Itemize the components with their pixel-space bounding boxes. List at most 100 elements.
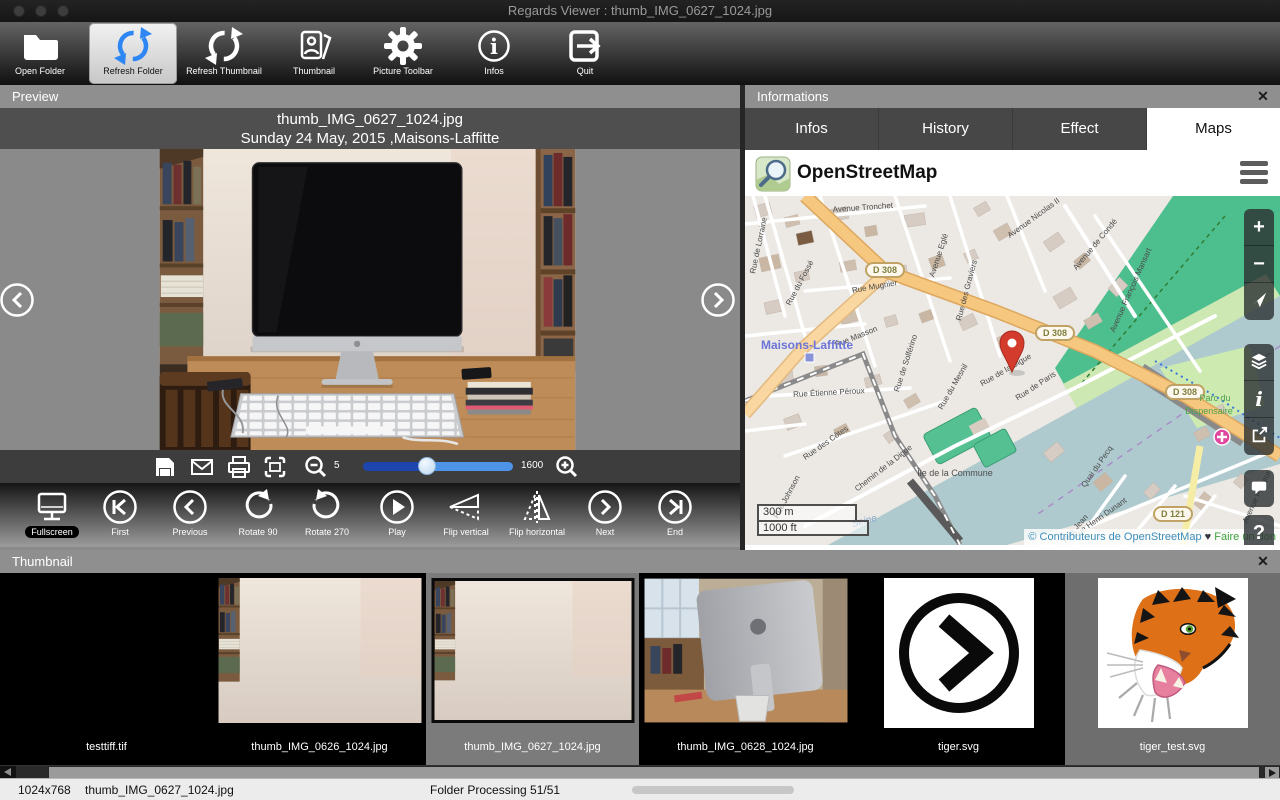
map-share-button[interactable]: [1244, 418, 1274, 455]
refresh-folder-button[interactable]: Refresh Folder: [89, 23, 177, 84]
previous-button[interactable]: Previous: [154, 485, 226, 537]
zoom-min-value: 5: [334, 460, 340, 471]
image-title-block: thumb_IMG_0627_1024.jpg Sunday 24 May, 2…: [0, 108, 740, 149]
toolbar-item-label: Refresh Folder: [89, 66, 177, 76]
menu-icon[interactable]: [1240, 161, 1268, 188]
svg-text:i: i: [490, 34, 498, 59]
map-control-group-zoom: + −: [1244, 209, 1274, 320]
infos-button[interactable]: i Infos: [450, 23, 538, 84]
layers-icon: [1250, 352, 1268, 370]
tab-history[interactable]: History: [879, 108, 1013, 150]
email-button[interactable]: [189, 454, 215, 480]
thumbnail-item[interactable]: thumb_IMG_0628_1024.jpg: [639, 573, 852, 765]
status-filename: thumb_IMG_0627_1024.jpg: [85, 783, 234, 797]
thumbnail-filename: tiger.svg: [852, 741, 1065, 753]
preview-panel-header: Preview: [0, 85, 740, 108]
informations-tabs: Infos History Effect Maps: [745, 108, 1280, 150]
print-button[interactable]: [226, 454, 252, 480]
fullscreen-button[interactable]: Fullscreen: [16, 485, 88, 537]
triangle-left-icon: [4, 768, 11, 776]
quit-button[interactable]: Quit: [541, 23, 629, 84]
rotate-270-button[interactable]: Rotate 270: [291, 485, 363, 537]
map-zoom-in-button[interactable]: +: [1244, 209, 1274, 246]
thumbnail-image: [1098, 578, 1248, 728]
map-info-button[interactable]: i: [1244, 381, 1274, 418]
next-button[interactable]: Next: [569, 485, 641, 537]
nav-button-label: Rotate 270: [291, 527, 363, 537]
road-badge: D 308: [1173, 387, 1197, 397]
rotate-cw-icon: [307, 487, 347, 527]
map-help-button[interactable]: ?: [1244, 515, 1274, 545]
osm-contributors-link[interactable]: © Contributeurs de OpenStreetMap: [1028, 531, 1201, 543]
quit-icon: [563, 24, 607, 68]
thumbnail-item[interactable]: thumb_IMG_0626_1024.jpg: [213, 573, 426, 765]
map-comment-button[interactable]: [1244, 470, 1274, 507]
tab-effect[interactable]: Effect: [1013, 108, 1147, 150]
zoom-out-button[interactable]: [303, 454, 329, 480]
heart-icon: ♥: [1205, 531, 1212, 543]
thumbnail-item[interactable]: testtiff.tif: [0, 573, 213, 765]
window-title: Regards Viewer : thumb_IMG_0627_1024.jpg: [0, 3, 1280, 18]
navigation-button-bar: Fullscreen First Previous: [0, 483, 740, 547]
road-badge: D 121: [1161, 509, 1185, 519]
thumbnail-panel: Thumbnail ✕ testtiff.tif thumb_IMG_0626_…: [0, 550, 1280, 765]
openstreetmap-brand: OpenStreetMap: [797, 162, 937, 184]
zoom-in-button[interactable]: [554, 454, 580, 480]
previous-image-arrow[interactable]: [0, 282, 36, 318]
picture-toolbar-button[interactable]: Picture Toolbar: [359, 23, 447, 84]
toolbar-item-label: Refresh Thumbnail: [180, 66, 268, 76]
map-zoom-out-button[interactable]: −: [1244, 246, 1274, 283]
play-button[interactable]: Play: [361, 485, 433, 537]
refresh-icon: [111, 24, 155, 68]
thumbnail-item[interactable]: tiger.svg: [852, 573, 1065, 765]
map-layers-button[interactable]: [1244, 344, 1274, 381]
nav-button-label: Next: [569, 527, 641, 537]
flip-horizontal-icon: [517, 487, 557, 527]
thumbnail-item-selected[interactable]: thumb_IMG_0627_1024.jpg: [426, 573, 639, 765]
main-toolbar: Open Folder Refresh Folder Refresh Thumb…: [0, 22, 1280, 85]
thumbnail-scrollbar[interactable]: [0, 765, 1280, 778]
flip-vertical-button[interactable]: Flip vertical: [430, 485, 502, 537]
map-attribution: © Contributeurs de OpenStreetMap ♥ Faire…: [1024, 529, 1280, 545]
status-progress-text: Folder Processing 51/51: [430, 783, 560, 797]
nav-button-label: Play: [361, 527, 433, 537]
tab-infos[interactable]: Infos: [745, 108, 879, 150]
nav-button-label: First: [84, 527, 156, 537]
flip-horizontal-button[interactable]: Flip horizontal: [501, 485, 573, 537]
map-canvas[interactable]: D 308 D 308 D 308 D 121 Avenue Tronchet …: [745, 196, 1280, 545]
close-informations-icon[interactable]: ✕: [1254, 85, 1272, 108]
zoom-slider[interactable]: [363, 462, 513, 471]
first-button[interactable]: First: [84, 485, 156, 537]
toolbar-item-label: Infos: [450, 66, 538, 76]
refresh-thumbnail-button[interactable]: Refresh Thumbnail: [180, 23, 268, 84]
end-button[interactable]: End: [639, 485, 711, 537]
fit-to-screen-button[interactable]: [262, 454, 288, 480]
thumbnail-filename: thumb_IMG_0626_1024.jpg: [213, 741, 426, 753]
open-folder-button[interactable]: Open Folder: [0, 23, 84, 84]
map-locate-button[interactable]: [1244, 283, 1274, 320]
nav-button-label: Flip vertical: [430, 527, 502, 537]
tab-maps[interactable]: Maps: [1147, 108, 1280, 150]
map-control-group-tools: i: [1244, 344, 1274, 455]
locate-icon: [1250, 291, 1268, 309]
next-image-arrow[interactable]: [700, 282, 736, 318]
scale-feet: 1000 ft: [757, 520, 869, 536]
informations-panel: Informations ✕ Infos History Effect Maps…: [745, 85, 1280, 550]
image-date-location: Sunday 24 May, 2015 ,Maisons-Laffitte: [0, 129, 740, 148]
end-icon: [655, 487, 695, 527]
rotate-90-button[interactable]: Rotate 90: [222, 485, 294, 537]
comment-icon: [1250, 478, 1268, 496]
close-thumbnail-icon[interactable]: ✕: [1254, 550, 1272, 573]
thumbnail-filename: testtiff.tif: [0, 741, 213, 753]
openstreetmap-header: OpenStreetMap: [745, 150, 1280, 196]
save-button[interactable]: [152, 454, 178, 480]
thumbnail-item[interactable]: tiger_test.svg: [1065, 573, 1280, 765]
nav-button-label: Flip horizontal: [501, 527, 573, 537]
progress-bar: [632, 786, 794, 794]
map-scale-control: 300 m 1000 ft: [757, 504, 869, 536]
toolbar-item-label: Thumbnail: [270, 66, 358, 76]
preview-image[interactable]: [157, 149, 578, 450]
zoom-slider-knob[interactable]: [418, 457, 436, 475]
thumbnail-filename: thumb_IMG_0627_1024.jpg: [426, 741, 639, 753]
thumbnail-button[interactable]: Thumbnail: [270, 23, 358, 84]
